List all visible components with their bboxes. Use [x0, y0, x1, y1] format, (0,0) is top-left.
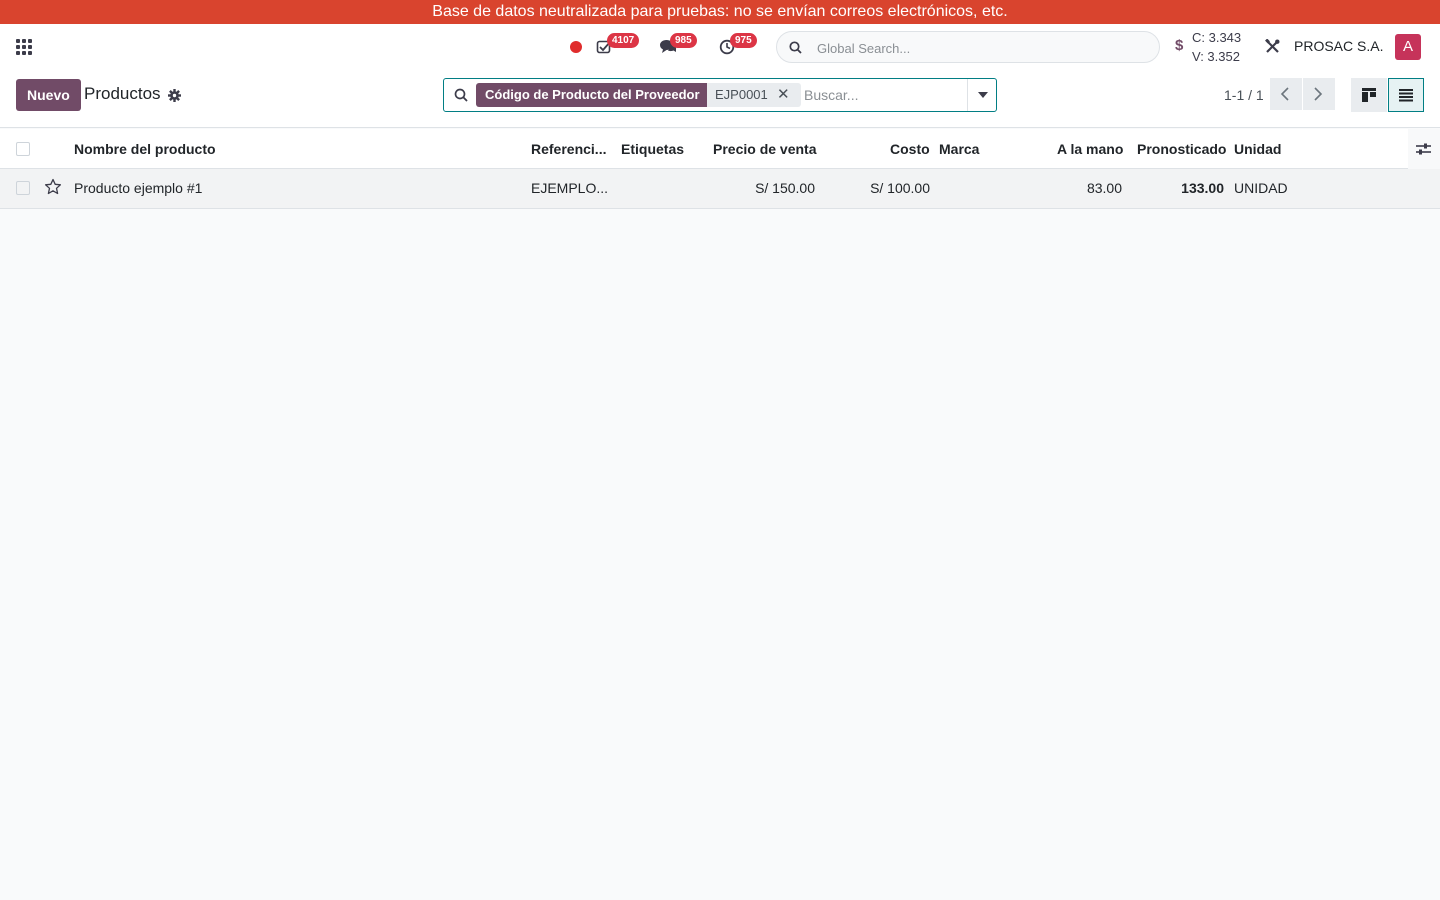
column-header-brand[interactable]: Marca [939, 141, 979, 157]
row-checkbox[interactable] [16, 181, 30, 195]
search-bar[interactable]: Código de Producto del Proveedor EJP0001… [443, 78, 997, 112]
record-icon[interactable] [570, 41, 582, 53]
kanban-view-button[interactable] [1351, 78, 1387, 112]
cell-cost: S/ 100.00 [870, 180, 930, 196]
caret-down-icon [978, 92, 988, 98]
new-button[interactable]: Nuevo [16, 79, 81, 111]
cell-on-hand: 83.00 [1086, 180, 1122, 196]
pager-next-button[interactable] [1303, 78, 1335, 110]
list-icon [1399, 89, 1413, 102]
column-options-icon [1416, 143, 1431, 155]
exchange-rates: C: 3.343 V: 3.352 [1192, 28, 1241, 66]
global-search-input[interactable] [817, 38, 1137, 58]
page-title[interactable]: Productos [84, 84, 161, 104]
column-header-tags[interactable]: Etiquetas [621, 141, 684, 157]
column-header-forecast[interactable]: Pronosticado [1137, 141, 1226, 157]
global-search-box[interactable] [776, 31, 1160, 63]
chevron-right-icon [1314, 87, 1323, 101]
cell-name: Producto ejemplo #1 [74, 180, 203, 196]
cell-reference: EJEMPLO... [531, 180, 609, 196]
activity-menu[interactable]: 4107 [596, 33, 640, 59]
search-icon [454, 88, 468, 102]
timesheet-count-badge: 975 [730, 33, 757, 48]
table-row[interactable]: Producto ejemplo #1 EJEMPLO... S/ 150.00… [0, 169, 1440, 209]
column-header-cost[interactable]: Costo [890, 141, 930, 157]
timesheet-menu[interactable]: 975 [719, 33, 757, 59]
messages-menu[interactable]: 985 [659, 33, 697, 59]
rate-sell: V: 3.352 [1192, 49, 1240, 64]
company-switcher[interactable]: PROSAC S.A. [1294, 38, 1383, 54]
activity-count-badge: 4107 [607, 33, 640, 48]
list-header-row: Nombre del producto Referenci... Etiquet… [0, 129, 1440, 169]
cell-sale-price: S/ 150.00 [755, 180, 815, 196]
tools-icon[interactable] [1265, 39, 1280, 54]
pager-previous-button[interactable] [1270, 78, 1302, 110]
column-header-name[interactable]: Nombre del producto [74, 141, 216, 157]
select-all-checkbox[interactable] [16, 142, 30, 156]
star-icon[interactable] [44, 178, 62, 196]
column-header-sale-price[interactable]: Precio de venta [713, 141, 817, 157]
top-navbar: 4107 985 975 $ C: 3.343 V: 3.352 PROSAC … [0, 24, 1440, 70]
remove-facet-icon[interactable]: ✕ [777, 83, 790, 107]
column-header-unit[interactable]: Unidad [1234, 141, 1281, 157]
user-avatar[interactable]: A [1395, 34, 1421, 60]
pager-value[interactable]: 1-1 / 1 [1224, 87, 1264, 103]
search-options-toggle[interactable] [967, 79, 997, 111]
chevron-left-icon [1280, 87, 1289, 101]
search-facet-label: Código de Producto del Proveedor [476, 83, 709, 107]
rate-buy: C: 3.343 [1192, 30, 1242, 45]
gear-icon[interactable] [168, 89, 181, 102]
column-header-reference[interactable]: Referenci... [531, 141, 606, 157]
kanban-icon [1362, 88, 1376, 102]
column-header-on-hand[interactable]: A la mano [1057, 141, 1123, 157]
search-input[interactable] [804, 85, 964, 105]
cell-forecast: 133.00 [1181, 180, 1224, 196]
optional-columns-toggle[interactable] [1408, 129, 1440, 169]
dollar-icon[interactable]: $ [1175, 37, 1183, 54]
apps-menu-icon[interactable] [16, 39, 32, 55]
list-view-button[interactable] [1388, 78, 1424, 112]
control-panel: Nuevo Productos Código de Producto del P… [0, 70, 1440, 128]
search-icon [789, 41, 802, 54]
cell-unit: UNIDAD [1234, 180, 1288, 196]
messages-count-badge: 985 [670, 33, 697, 48]
test-database-banner: Base de datos neutralizada para pruebas:… [0, 0, 1440, 24]
